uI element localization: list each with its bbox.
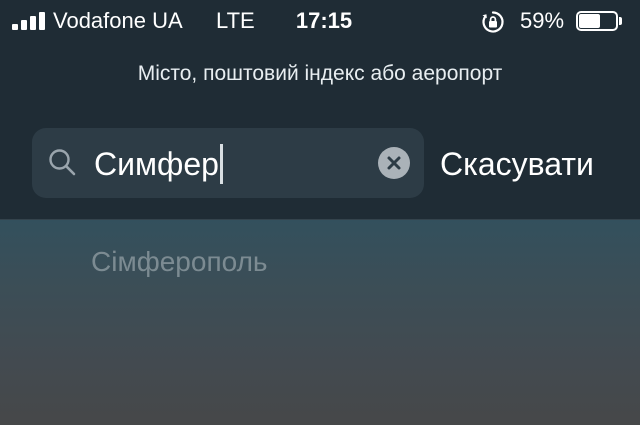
battery-icon — [576, 11, 624, 33]
battery-percentage: 59% — [520, 8, 565, 33]
rotation-lock-icon — [482, 11, 504, 33]
search-prompt: Місто, поштовий індекс або аеропорт — [137, 62, 503, 85]
clear-icon — [387, 156, 401, 170]
search-result-item[interactable]: Сімферополь — [91, 246, 268, 278]
text-cursor — [219, 144, 223, 184]
status-bar: Vodafone UA LTE 17:15 59% — [0, 0, 640, 42]
search-input-value: Симфер — [94, 146, 219, 182]
search-header: Vodafone UA LTE 17:15 59% Місто, поштови… — [0, 0, 640, 220]
search-icon — [49, 149, 76, 176]
search-input[interactable]: Симфер — [94, 144, 223, 184]
search-field[interactable]: Симфер — [32, 128, 424, 198]
cancel-button[interactable]: Скасувати — [440, 144, 594, 184]
clear-search-button[interactable] — [378, 147, 410, 179]
